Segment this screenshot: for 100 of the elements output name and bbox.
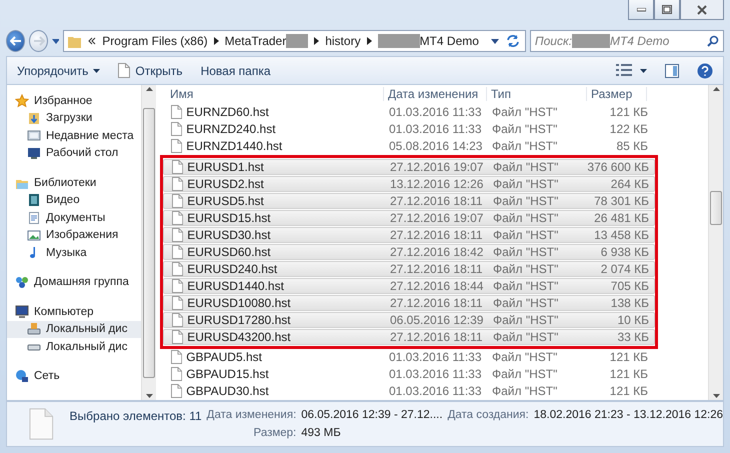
file-row[interactable]: GBPAUD15.hst 01.03.2016 11:33 Файл "HST" 121 КБ (162, 366, 708, 383)
file-size: 121 КБ (608, 384, 648, 398)
search-field[interactable]: Поиск: MT4 Demo (530, 30, 724, 52)
file-row[interactable]: EURNZD60.hst 01.03.2016 11:33 Файл "HST" 121 КБ (162, 104, 708, 121)
file-icon (29, 407, 54, 441)
file-row[interactable]: GBPAUD30.hst 01.03.2016 11:33 Файл "HST" 121 КБ (162, 382, 708, 400)
file-size: 78 301 КБ (593, 194, 649, 208)
detail-value: 493 МБ (301, 427, 342, 439)
file-row[interactable]: EURUSD17280.hst 06.05.2016 12:39 Файл "HST" 10 КБ (163, 312, 655, 328)
file-size: 121 КБ (608, 367, 648, 382)
nav-item[interactable]: Библиотеки (15, 174, 141, 192)
breadcrumb[interactable]: MT4 Demo (420, 34, 479, 48)
nav-item[interactable]: Домашняя группа (15, 274, 141, 291)
nav-item[interactable]: Документы (7, 209, 141, 226)
dropdown-icon[interactable] (490, 38, 499, 44)
file-type: Файл "HST" (491, 384, 558, 398)
modified-date: 27.12.2016 18:11 (389, 194, 484, 208)
caret-icon[interactable] (640, 68, 647, 72)
close-button[interactable] (680, 0, 724, 20)
file-type: Файл "HST" (492, 160, 560, 174)
file-name: EURUSD2.hst (187, 176, 264, 191)
toolbar-button[interactable]: Новая папка (200, 64, 271, 78)
forward-button[interactable] (29, 30, 48, 52)
nav-item[interactable]: Избранное (15, 92, 141, 110)
maximize-icon (662, 5, 672, 14)
nav-item[interactable]: Изображения (7, 226, 141, 244)
close-icon (697, 4, 707, 14)
scroll-thumb[interactable] (710, 191, 722, 225)
file-row[interactable]: GBPAUD5.hst 01.03.2016 11:33 Файл "HST" 121 КБ (162, 348, 708, 366)
file-row[interactable]: EURUSD10080.hst 27.12.2016 18:11 Файл "HST" 138 КБ (163, 294, 655, 311)
dropdown-icon[interactable] (52, 38, 60, 44)
file-icon (171, 105, 182, 120)
file-name: EURUSD60.hst (187, 244, 271, 259)
column-header[interactable]: Размер (587, 87, 647, 102)
file-row[interactable]: EURUSD2.hst 13.12.2016 12:26 Файл "HST" 264 КБ (163, 176, 655, 192)
caret-icon (93, 68, 100, 72)
nav-item[interactable]: Локальный дис (7, 338, 141, 356)
breadcrumb[interactable]: history (325, 34, 361, 48)
file-row[interactable]: EURUSD1440.hst 27.12.2016 18:44 Файл "HST" 705 КБ (163, 278, 655, 294)
file-row[interactable]: EURUSD15.hst 27.12.2016 19:07 Файл "HST" 26 481 КБ (163, 210, 655, 226)
nav-item[interactable]: Локальный дис (7, 320, 141, 338)
help-icon[interactable] (697, 62, 713, 78)
column-header[interactable]: Тип (487, 87, 587, 102)
scrollbar[interactable] (141, 85, 156, 400)
file-size: 264 КБ (610, 176, 649, 191)
file-icon (172, 278, 184, 293)
breadcrumb[interactable]: MetaTrader (224, 34, 286, 48)
column-header[interactable]: Имя (166, 87, 384, 102)
file-row[interactable]: EURUSD43200.hst 27.12.2016 18:11 Файл "HST" 33 КБ (163, 328, 655, 345)
file-row[interactable]: EURUSD240.hst 27.12.2016 18:11 Файл "HST" 2 074 КБ (163, 260, 655, 277)
file-name: EURUSD1440.hst (187, 278, 284, 293)
nav-item[interactable]: Видео (7, 192, 141, 209)
file-type: Файл "HST" (492, 262, 560, 276)
file-name: GBPAUD5.hst (186, 350, 262, 364)
nav-item[interactable]: Недавние места (7, 127, 141, 144)
file-size: 2 074 КБ (600, 262, 649, 276)
chevron-right-icon (366, 37, 372, 45)
downloads-icon (27, 111, 41, 126)
nav-item[interactable]: Сеть (15, 368, 141, 385)
nav-item[interactable]: Компьютер (15, 303, 141, 320)
redaction-block (378, 34, 420, 48)
file-row[interactable]: EURNZD240.hst 01.03.2016 11:33 Файл "HST" 122 КБ (162, 120, 708, 138)
file-row[interactable]: EURUSD1.hst 27.12.2016 19:07 Файл "HST" 376 600 КБ (163, 158, 655, 175)
file-row[interactable]: EURUSD60.hst 27.12.2016 18:42 Файл "HST" 6 938 КБ (163, 244, 655, 260)
file-name: GBPAUD30.hst (186, 384, 269, 398)
file-type: Файл "HST" (492, 210, 560, 225)
modified-date: 27.12.2016 18:44 (389, 278, 484, 293)
toolbar-button[interactable]: Открыть (118, 63, 183, 78)
scroll-down-icon (712, 394, 720, 398)
preview-pane-icon[interactable] (665, 64, 679, 78)
file-size: 121 КБ (608, 350, 648, 364)
file-row[interactable]: EURNZD1440.hst 05.08.2016 14:23 Файл "HST" 85 КБ (162, 138, 708, 155)
file-size: 122 КБ (608, 122, 648, 136)
breadcrumb[interactable]: Program Files (x86) (102, 34, 208, 48)
file-row[interactable]: EURUSD30.hst 27.12.2016 18:11 Файл "HST" 13 458 КБ (163, 226, 655, 243)
address-bar[interactable]: Program Files (x86) MetaTrader history MT4 Demo (63, 30, 526, 52)
minimize-button[interactable] (628, 0, 654, 20)
modified-date: 01.03.2016 11:33 (388, 350, 483, 364)
modified-date: 27.12.2016 19:07 (389, 160, 484, 174)
nav-item[interactable]: Музыка (7, 244, 141, 262)
video-icon (27, 193, 41, 208)
view-list-icon[interactable] (616, 64, 632, 77)
back-button[interactable] (6, 30, 26, 52)
file-icon (171, 367, 182, 382)
modified-date: 27.12.2016 18:11 (389, 262, 484, 276)
scroll-thumb[interactable] (143, 108, 155, 378)
toolbar-button[interactable]: Упорядочить (17, 64, 100, 78)
refresh-icon[interactable] (504, 34, 521, 48)
file-icon (172, 312, 184, 327)
file-row[interactable]: EURUSD5.hst 27.12.2016 18:11 Файл "HST" 78 301 КБ (163, 192, 655, 209)
scrollbar[interactable] (708, 85, 723, 400)
file-icon (171, 139, 182, 154)
file-icon (171, 122, 182, 136)
nav-item[interactable]: Загрузки (7, 110, 141, 127)
search-placeholder: Поиск: (534, 34, 572, 48)
maximize-button[interactable] (654, 0, 680, 20)
detail-value: 06.05.2016 12:39 - 27.12.... (301, 409, 443, 423)
column-header[interactable]: Дата изменения (384, 87, 487, 102)
nav-item[interactable]: Рабочий стол (7, 144, 141, 162)
file-icon (172, 210, 184, 225)
